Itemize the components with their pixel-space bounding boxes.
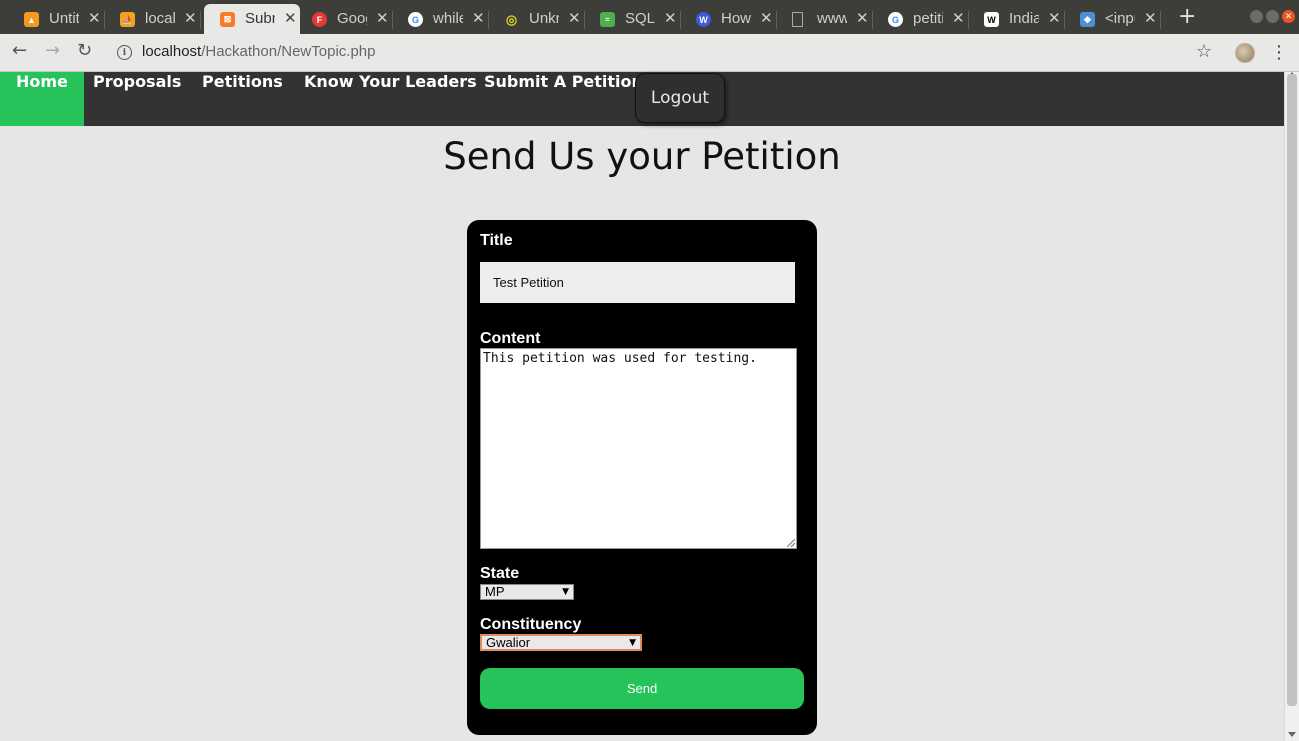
constituency-label: Constituency	[480, 616, 582, 633]
close-icon[interactable]: ✕	[760, 9, 773, 27]
tab-title: www	[817, 10, 847, 27]
tab-title: petition	[913, 10, 943, 27]
title-input[interactable]: Test Petition	[480, 262, 795, 303]
input-icon: ◆	[1080, 12, 1095, 27]
nav-submit-petition[interactable]: Submit A Petition	[484, 72, 643, 126]
address-field[interactable]: localhost/Hackathon/NewTopic.php	[142, 43, 375, 60]
info-icon[interactable]: i	[117, 45, 132, 60]
constituency-select[interactable]: Gwalior ▼	[480, 634, 642, 651]
minimize-icon[interactable]	[1250, 10, 1263, 23]
close-icon[interactable]: ✕	[856, 9, 869, 27]
reload-icon[interactable]: ↻	[77, 40, 92, 61]
page-title: Send Us your Petition	[443, 135, 841, 178]
menu-kebab-icon[interactable]: ⋮	[1270, 42, 1288, 63]
scrollbar-thumb[interactable]	[1287, 74, 1297, 706]
browser-toolbar: ← → ↻ i localhost/Hackathon/NewTopic.php…	[0, 34, 1299, 72]
google-icon: G	[888, 12, 903, 27]
maximize-icon[interactable]	[1266, 10, 1279, 23]
title-label: Title	[480, 232, 513, 249]
tab-title: Unknown	[529, 10, 559, 27]
browser-tab-active[interactable]: ⊠ Submit ✕	[204, 4, 300, 34]
nav-know-your-leaders[interactable]: Know Your Leaders	[304, 72, 477, 126]
profile-avatar[interactable]	[1235, 43, 1255, 63]
nav-home[interactable]: Home	[0, 72, 84, 126]
tab-title: Submit	[245, 10, 275, 27]
browser-tab[interactable]: ◆ <input ✕	[1064, 4, 1161, 34]
tab-title: while	[433, 10, 463, 27]
sql-icon: ≈	[600, 12, 615, 27]
close-icon[interactable]: ✕	[1144, 9, 1157, 27]
url-path: /Hackathon/NewTopic.php	[201, 43, 376, 60]
browser-tab[interactable]: W How ✕	[680, 4, 777, 34]
browser-tab[interactable]: ≈ SQL ✕	[584, 4, 681, 34]
file-icon	[792, 12, 803, 27]
back-icon[interactable]: ←	[12, 40, 27, 61]
close-icon[interactable]: ✕	[284, 9, 297, 27]
close-icon[interactable]: ✕	[568, 9, 581, 27]
logout-button[interactable]: Logout	[635, 73, 725, 123]
content-textarea[interactable]: This petition was used for testing.	[480, 348, 797, 549]
browser-tab[interactable]: ◎ Unknown ✕	[488, 4, 585, 34]
browser-tab[interactable]: F Google Fonts ✕	[296, 4, 393, 34]
google-icon: G	[408, 12, 423, 27]
tab-separator	[200, 11, 201, 29]
constituency-selected-value: Gwalior	[486, 635, 531, 650]
content-text: This petition was used for testing.	[483, 351, 757, 366]
tab-title: How	[721, 10, 751, 27]
nav-proposals[interactable]: Proposals	[93, 72, 181, 126]
tab-title: Google Fonts	[337, 10, 367, 27]
forward-icon[interactable]: →	[45, 40, 60, 61]
new-tab-icon[interactable]: +	[1178, 4, 1196, 29]
scroll-down-icon[interactable]	[1288, 732, 1296, 737]
xampp-icon: ⊠	[220, 12, 235, 27]
browser-tab[interactable]: www ✕	[776, 4, 873, 34]
window-close-icon[interactable]: ✕	[1282, 10, 1295, 23]
browser-tab[interactable]: ⛵ localhost ✕	[104, 4, 201, 34]
browser-tab[interactable]: ▲ Untitled ✕	[8, 4, 105, 34]
untitled-icon: ▲	[24, 12, 39, 27]
close-icon[interactable]: ✕	[88, 9, 101, 27]
close-icon[interactable]: ✕	[184, 9, 197, 27]
url-host: localhost	[142, 43, 202, 60]
phpmyadmin-icon: ⛵	[120, 12, 135, 27]
close-icon[interactable]: ✕	[664, 9, 677, 27]
send-button[interactable]: Send	[480, 668, 804, 709]
state-select[interactable]: MP ▼	[480, 584, 574, 600]
resize-grip-icon[interactable]	[787, 539, 795, 547]
bookmark-star-icon[interactable]: ☆	[1196, 41, 1212, 62]
nav-petitions[interactable]: Petitions	[202, 72, 283, 126]
tab-title: India	[1009, 10, 1039, 27]
site-navbar: Home Proposals Petitions Know Your Leade…	[0, 72, 1284, 126]
google-fonts-icon: F	[312, 12, 327, 27]
dropdown-arrow-icon: ▼	[562, 587, 569, 597]
state-label: State	[480, 565, 520, 582]
close-icon[interactable]: ✕	[472, 9, 485, 27]
petition-form: Title Test Petition Content This petitio…	[467, 220, 817, 735]
state-selected-value: MP	[485, 584, 505, 599]
tab-title: Untitled	[49, 10, 79, 27]
page-scrollbar[interactable]	[1284, 72, 1299, 741]
browser-tab[interactable]: G petition ✕	[872, 4, 969, 34]
browser-tab-bar: ▲ Untitled ✕ ⛵ localhost ✕ ⊠ Submit ✕ F …	[0, 0, 1299, 34]
tab-title: <input	[1105, 10, 1135, 27]
tab-separator	[1160, 11, 1161, 29]
close-icon[interactable]: ✕	[952, 9, 965, 27]
content-label: Content	[480, 330, 541, 347]
wikipedia-icon: W	[984, 12, 999, 27]
browser-tab[interactable]: W India ✕	[968, 4, 1065, 34]
close-icon[interactable]: ✕	[1048, 9, 1061, 27]
tab-title: localhost	[145, 10, 175, 27]
unknown-icon: ◎	[505, 11, 518, 27]
browser-tab[interactable]: G while ✕	[392, 4, 489, 34]
dropdown-arrow-icon: ▼	[629, 638, 636, 648]
tab-title: SQL	[625, 10, 655, 27]
wikihow-icon: W	[696, 12, 711, 27]
close-icon[interactable]: ✕	[376, 9, 389, 27]
